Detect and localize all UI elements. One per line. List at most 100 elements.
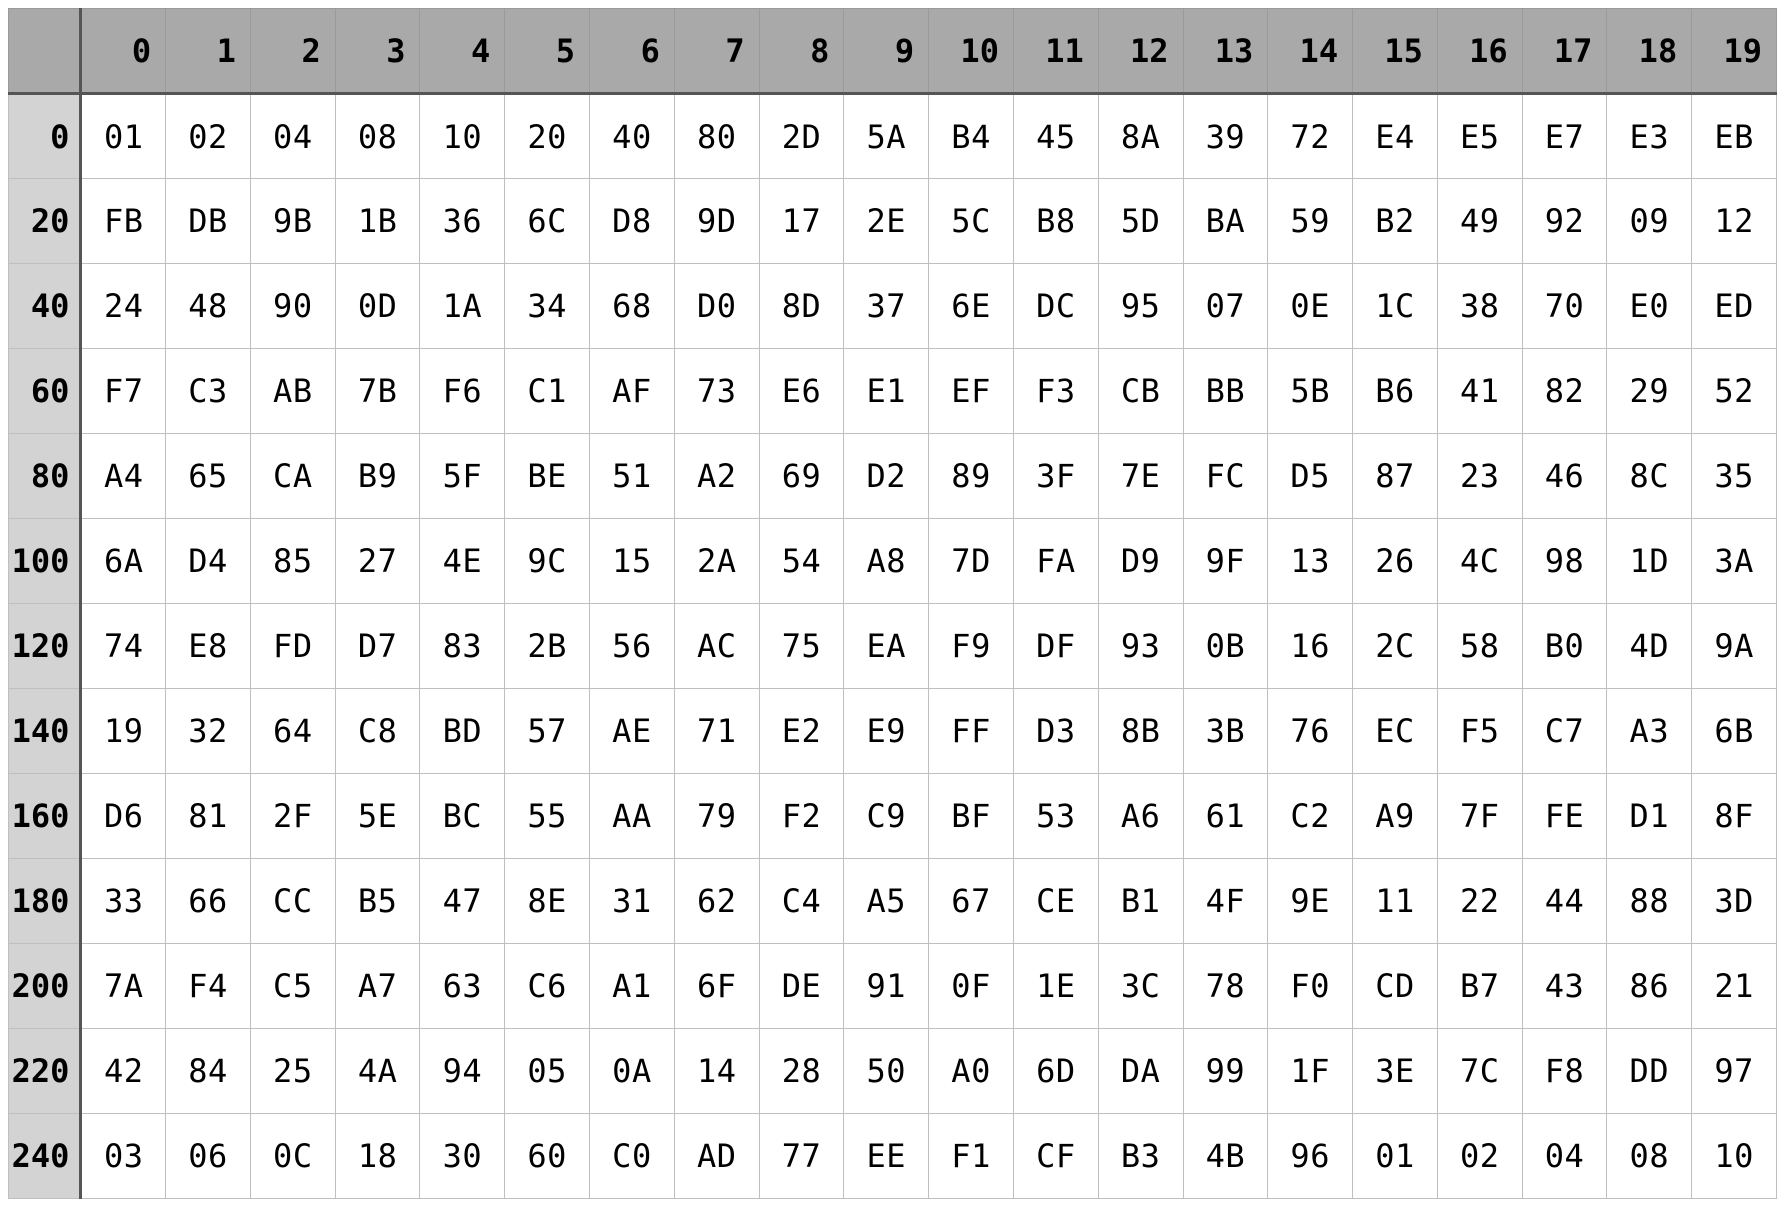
data-cell: 5C (929, 179, 1014, 264)
data-cell: 6E (929, 264, 1014, 349)
data-cell: 94 (420, 1029, 505, 1114)
data-cell: 81 (166, 774, 251, 859)
column-header: 16 (1437, 9, 1522, 94)
data-cell: BB (1183, 349, 1268, 434)
data-cell: 66 (166, 859, 251, 944)
data-cell: D0 (674, 264, 759, 349)
data-cell: 54 (759, 519, 844, 604)
column-header: 9 (844, 9, 929, 94)
data-cell: 22 (1437, 859, 1522, 944)
data-cell: 49 (1437, 179, 1522, 264)
data-cell: B4 (929, 94, 1014, 179)
data-cell: 92 (1522, 179, 1607, 264)
data-cell: CB (1098, 349, 1183, 434)
data-cell: 6B (1692, 689, 1777, 774)
data-cell: 73 (674, 349, 759, 434)
data-cell: C7 (1522, 689, 1607, 774)
data-cell: D8 (590, 179, 675, 264)
column-header: 15 (1353, 9, 1438, 94)
data-cell: 08 (1607, 1114, 1692, 1199)
data-cell: 8B (1098, 689, 1183, 774)
data-cell: F8 (1522, 1029, 1607, 1114)
data-cell: 07 (1183, 264, 1268, 349)
data-cell: 09 (1607, 179, 1692, 264)
data-cell: 04 (250, 94, 335, 179)
data-cell: AB (250, 349, 335, 434)
data-cell: 89 (929, 434, 1014, 519)
data-cell: CE (1013, 859, 1098, 944)
data-cell: F3 (1013, 349, 1098, 434)
data-cell: 30 (420, 1114, 505, 1199)
column-header: 5 (505, 9, 590, 94)
data-cell: 1D (1607, 519, 1692, 604)
column-header: 1 (166, 9, 251, 94)
data-cell: 39 (1183, 94, 1268, 179)
data-cell: 08 (335, 94, 420, 179)
data-cell: 17 (759, 179, 844, 264)
row-header: 20 (9, 179, 81, 264)
data-cell: B5 (335, 859, 420, 944)
data-cell: 1E (1013, 944, 1098, 1029)
data-cell: D9 (1098, 519, 1183, 604)
data-cell: B8 (1013, 179, 1098, 264)
data-cell: 2E (844, 179, 929, 264)
data-cell: DB (166, 179, 251, 264)
data-cell: 67 (929, 859, 1014, 944)
data-cell: B7 (1437, 944, 1522, 1029)
row-header: 180 (9, 859, 81, 944)
data-cell: 46 (1522, 434, 1607, 519)
row-header: 40 (9, 264, 81, 349)
table-row: 160D6812F5EBC55AA79F2C9BF53A661C2A97FFED… (9, 774, 1777, 859)
data-cell: 63 (420, 944, 505, 1029)
data-cell: 80 (674, 94, 759, 179)
data-cell: 14 (674, 1029, 759, 1114)
data-cell: 44 (1522, 859, 1607, 944)
data-cell: 95 (1098, 264, 1183, 349)
data-cell: 68 (590, 264, 675, 349)
data-cell: ED (1692, 264, 1777, 349)
data-cell: 77 (759, 1114, 844, 1199)
data-cell: 26 (1353, 519, 1438, 604)
data-cell: 41 (1437, 349, 1522, 434)
data-cell: 4E (420, 519, 505, 604)
data-cell: FA (1013, 519, 1098, 604)
data-cell: 37 (844, 264, 929, 349)
column-header: 4 (420, 9, 505, 94)
data-cell: 7D (929, 519, 1014, 604)
data-cell: 6F (674, 944, 759, 1029)
data-cell: 8F (1692, 774, 1777, 859)
data-cell: E9 (844, 689, 929, 774)
data-cell: F7 (81, 349, 166, 434)
data-cell: 10 (420, 94, 505, 179)
data-cell: F4 (166, 944, 251, 1029)
data-cell: 8A (1098, 94, 1183, 179)
data-cell: 86 (1607, 944, 1692, 1029)
data-cell: E5 (1437, 94, 1522, 179)
data-cell: 79 (674, 774, 759, 859)
data-cell: 03 (81, 1114, 166, 1199)
data-cell: AF (590, 349, 675, 434)
data-cell: 50 (844, 1029, 929, 1114)
data-cell: C9 (844, 774, 929, 859)
data-cell: 40 (590, 94, 675, 179)
data-cell: C4 (759, 859, 844, 944)
data-cell: FC (1183, 434, 1268, 519)
data-cell: 9C (505, 519, 590, 604)
data-cell: 3D (1692, 859, 1777, 944)
data-cell: E7 (1522, 94, 1607, 179)
data-cell: F6 (420, 349, 505, 434)
data-cell: E6 (759, 349, 844, 434)
data-cell: FD (250, 604, 335, 689)
table-row: 60F7C3AB7BF6C1AF73E6E1EFF3CBBB5BB6418229… (9, 349, 1777, 434)
data-cell: 45 (1013, 94, 1098, 179)
data-cell: 34 (505, 264, 590, 349)
data-cell: A1 (590, 944, 675, 1029)
data-cell: BE (505, 434, 590, 519)
data-cell: 3B (1183, 689, 1268, 774)
data-cell: CC (250, 859, 335, 944)
data-cell: 0D (335, 264, 420, 349)
data-cell: 02 (166, 94, 251, 179)
data-cell: 70 (1522, 264, 1607, 349)
data-cell: 21 (1692, 944, 1777, 1029)
data-cell: DF (1013, 604, 1098, 689)
